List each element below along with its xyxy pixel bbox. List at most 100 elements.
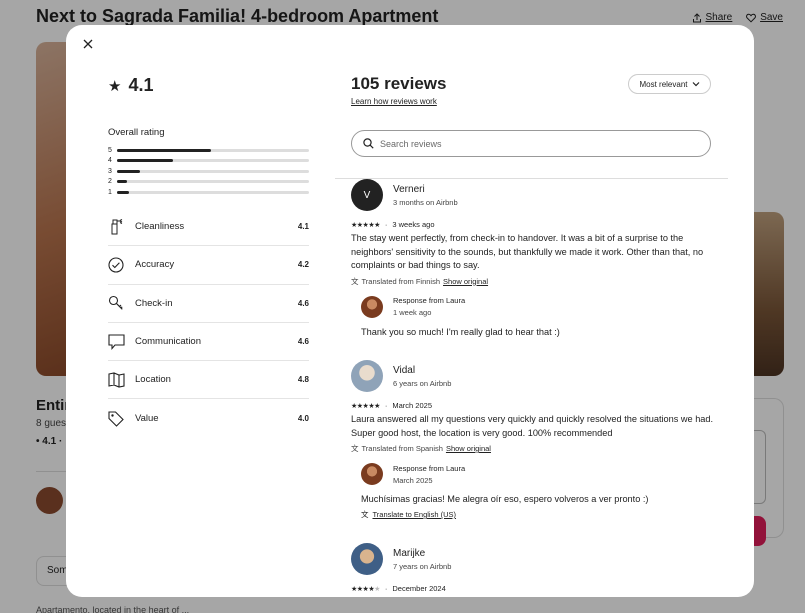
- translation-note: 文 Translated from Spanish Show original: [351, 443, 716, 454]
- review-item: Marijke 7 years on Airbnb ★★★★★ · Decemb…: [351, 543, 716, 593]
- avatar[interactable]: [351, 360, 383, 392]
- chevron-down-icon: [692, 82, 699, 87]
- translate-icon: 文: [351, 276, 359, 286]
- category-label: Communication: [135, 336, 201, 348]
- response-date: 1 week ago: [393, 308, 432, 317]
- rating-bar-fill: [117, 190, 129, 194]
- translate-to-english-link[interactable]: Translate to English (US): [373, 510, 457, 519]
- reviews-count-title: 105 reviews: [351, 74, 447, 93]
- response-text: Thank you so much! I'm really glad to he…: [361, 326, 560, 337]
- rating-bar-label: 4: [108, 157, 112, 165]
- tag-icon: [108, 410, 135, 428]
- response-text: Muchísimas gracias! Me alegra oír eso, e…: [361, 494, 649, 504]
- review-rating-line: ★★★★★ · 3 weeks ago: [351, 220, 716, 229]
- map-icon: [108, 371, 135, 389]
- review-rating-line: ★★★★★ · December 2024: [351, 584, 716, 593]
- response-label: Response from Laura: [393, 296, 466, 305]
- rating-bar-label: 3: [108, 167, 112, 175]
- review-date: December 2024: [392, 584, 446, 593]
- show-original-link[interactable]: Show original: [446, 444, 491, 453]
- review-header: V Verneri 3 months on Airbnb: [351, 179, 716, 211]
- check-circle-icon: [108, 256, 135, 274]
- category-check-in: Check-in 4.6: [108, 285, 309, 323]
- rating-bar-label: 5: [108, 146, 112, 154]
- spray-bottle-icon: [108, 218, 135, 236]
- category-score: 4.8: [297, 375, 309, 385]
- close-icon: [83, 39, 93, 49]
- separator: ·: [384, 220, 388, 229]
- learn-how-reviews-work-link[interactable]: Learn how reviews work: [351, 97, 437, 106]
- category-location: Location 4.8: [108, 361, 309, 400]
- category-label: Location: [135, 374, 171, 386]
- review-item: V Verneri 3 months on Airbnb ★★★★★ · 3 w…: [351, 179, 716, 337]
- search-reviews-input[interactable]: [380, 138, 700, 149]
- search-icon: [363, 138, 374, 149]
- host-response: Response from Laura 1 week ago Thank you…: [361, 295, 716, 337]
- category-ratings: Cleanliness 4.1 Accuracy 4.2 Check-in 4.…: [108, 208, 309, 438]
- key-icon: [108, 294, 135, 312]
- close-button[interactable]: [80, 37, 96, 53]
- category-score: 4.6: [297, 337, 309, 347]
- category-cleanliness: Cleanliness 4.1: [108, 208, 309, 247]
- rating-bar-row: 5: [108, 145, 309, 156]
- rating-bar-fill: [117, 169, 141, 173]
- response-header: Response from Laura 1 week ago: [361, 295, 716, 318]
- chat-bubble-icon: [108, 333, 135, 351]
- rating-bar-track: [117, 169, 309, 173]
- reviews-panel: 105 reviews Learn how reviews work Most …: [335, 25, 728, 597]
- response-label: Response from Laura: [393, 463, 466, 473]
- rating-bar-fill: [117, 148, 212, 152]
- category-score: 4.0: [297, 414, 309, 424]
- reviews-modal: ★ 4.1 Overall rating 5 4 3 2 1 Cleanline…: [66, 25, 754, 597]
- reviewer-name: Vidal: [393, 364, 416, 376]
- review-date: March 2025: [392, 401, 432, 410]
- category-label: Accuracy: [135, 259, 175, 271]
- category-label: Check-in: [135, 297, 173, 309]
- reviewer-tenure: 7 years on Airbnb: [393, 561, 452, 571]
- average-rating-value: 4.1: [128, 75, 154, 95]
- review-rating-line: ★★★★★ · March 2025: [351, 401, 716, 410]
- show-original-link[interactable]: Show original: [443, 277, 488, 286]
- translated-from: Translated from Finnish: [361, 276, 441, 286]
- category-communication: Communication 4.6: [108, 323, 309, 362]
- avatar[interactable]: [351, 543, 383, 575]
- star-icon: ★: [108, 77, 122, 95]
- star-rating-icon: ★★★★★: [351, 402, 380, 410]
- rating-bar-track: [117, 148, 309, 152]
- host-avatar[interactable]: [361, 295, 383, 318]
- category-score: 4.6: [297, 298, 309, 308]
- category-score: 4.1: [297, 222, 309, 232]
- category-label: Value: [135, 413, 159, 425]
- category-accuracy: Accuracy 4.2: [108, 246, 309, 285]
- rating-bar-track: [117, 190, 309, 194]
- separator: ·: [384, 401, 388, 410]
- average-rating: ★ 4.1: [108, 75, 153, 96]
- rating-bar-fill: [117, 180, 127, 184]
- rating-distribution: 5 4 3 2 1: [108, 145, 309, 198]
- host-avatar[interactable]: [361, 463, 383, 485]
- translated-from: Translated from Spanish: [361, 444, 443, 453]
- star-rating-icon: ★★★★★: [351, 221, 380, 229]
- category-score: 4.2: [297, 260, 309, 270]
- sort-dropdown[interactable]: Most relevant: [628, 74, 711, 94]
- review-date: 3 weeks ago: [392, 220, 435, 229]
- rating-bar-track: [117, 180, 309, 184]
- separator: ·: [384, 584, 388, 593]
- review-text: Laura answered all my questions very qui…: [351, 414, 714, 438]
- reviewer-name: Marijke: [393, 547, 426, 559]
- translation-note: 文 Translated from Finnish Show original: [351, 276, 716, 287]
- host-response: Response from Laura March 2025 Muchísima…: [361, 463, 716, 520]
- response-header: Response from Laura March 2025: [361, 463, 716, 485]
- review-text: The stay went perfectly, from check-in t…: [351, 233, 704, 270]
- reviewer-tenure: 6 years on Airbnb: [393, 378, 452, 388]
- category-label: Cleanliness: [135, 221, 185, 233]
- search-reviews-field[interactable]: [351, 130, 711, 157]
- rating-bar-fill: [117, 159, 173, 163]
- sort-label: Most relevant: [639, 79, 688, 89]
- translate-control: 文 Translate to English (US): [361, 509, 716, 520]
- rating-bar-row: 2: [108, 177, 309, 188]
- rating-bar-row: 4: [108, 156, 309, 167]
- avatar[interactable]: V: [351, 179, 383, 211]
- rating-bar-track: [117, 159, 309, 163]
- rating-bar-row: 3: [108, 166, 309, 177]
